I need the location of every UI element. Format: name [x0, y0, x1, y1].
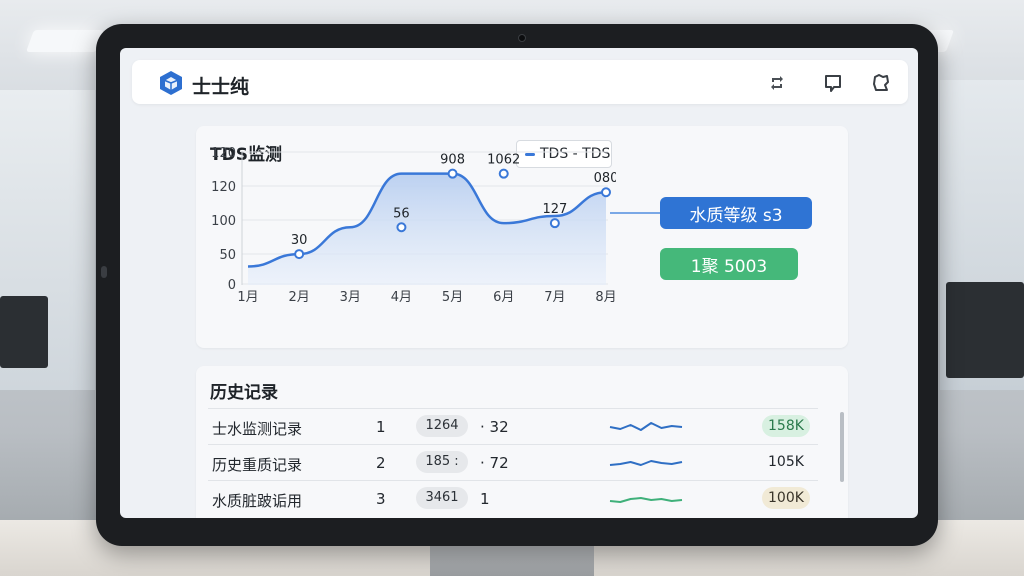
profile-icon[interactable]: [870, 72, 892, 94]
ceiling-light: [25, 30, 105, 52]
row-name: 士水监测记录: [212, 420, 303, 438]
app-title: 士士纯: [192, 76, 250, 98]
row-sparkline: [609, 422, 683, 431]
x-tick-label: 5月: [442, 290, 463, 305]
side-button[interactable]: [101, 266, 107, 278]
row-delta: · 32: [480, 418, 509, 436]
x-tick-label: 6月: [493, 290, 514, 305]
x-tick-label: 7月: [544, 290, 565, 305]
y-tick-label: 100: [211, 214, 236, 229]
data-point: [601, 187, 611, 198]
background-monitor: [946, 282, 1024, 378]
row-date: 185 :: [416, 451, 468, 473]
sparkline-path: [609, 460, 683, 466]
y-tick-label: 120: [211, 180, 236, 195]
cube-logo-icon[interactable]: [158, 70, 184, 96]
row-index: 2: [376, 454, 386, 472]
table-row[interactable]: 士水监测记录 1 1264 · 32 158K: [208, 408, 818, 444]
data-point: [447, 168, 458, 179]
data-label: 56: [393, 206, 410, 221]
row-delta: 1: [480, 490, 490, 508]
tds-value-badge[interactable]: 1聚 5003: [660, 248, 798, 280]
row-date: 1264: [416, 415, 468, 437]
history-scrollbar[interactable]: [840, 412, 844, 482]
x-tick-label: 2月: [289, 290, 310, 305]
y-tick-label: 50: [219, 248, 236, 263]
sparkline-path: [609, 422, 683, 431]
data-label: 30: [291, 233, 308, 248]
x-tick-label: 4月: [391, 290, 412, 305]
y-tick-label: 0: [228, 278, 236, 293]
row-index: 3: [376, 490, 386, 508]
history-title: 历史记录: [210, 383, 278, 403]
data-label: 080: [594, 171, 616, 186]
data-point: [294, 249, 305, 260]
background-monitor: [0, 296, 48, 368]
camera-icon: [518, 34, 526, 42]
row-delta: · 72: [480, 454, 509, 472]
x-tick-label: 3月: [340, 290, 361, 305]
data-label: 1062: [487, 153, 520, 168]
table-row[interactable]: 水质脏跛诟用 3 3461 1 100K: [208, 480, 818, 516]
row-name: 水质脏跛诟用: [212, 492, 303, 510]
row-index: 1: [376, 418, 386, 436]
data-point: [498, 168, 509, 179]
x-tick-label: 1月: [237, 290, 258, 305]
bookmark-icon[interactable]: [822, 72, 844, 94]
tds-area-chart[interactable]: 120 120 100 50 01月 2月 3月 4月 5月 6月 7月 8月 30 56 908 1062 1…: [196, 126, 616, 348]
row-sparkline: [609, 460, 683, 466]
data-point: [549, 218, 560, 229]
tablet-screen: 士士纯 TDS监测 TDS - TDS 120 120 100 50 0 1月 2月 3月 4月…: [120, 48, 918, 518]
app-header: 士士纯: [132, 60, 908, 104]
row-date: 3461: [416, 487, 468, 509]
row-sparkline: [609, 497, 683, 503]
sync-icon[interactable]: [766, 72, 788, 94]
row-value: 158K: [762, 415, 810, 437]
y-tick-label: 120: [211, 146, 236, 161]
data-label: 127: [542, 202, 567, 217]
series-area: [248, 173, 606, 285]
table-row[interactable]: 历史重质记录 2 185 : · 72 105K: [208, 444, 818, 480]
callout-connector: [610, 212, 660, 214]
row-value: 100K: [762, 487, 810, 509]
data-point: [396, 222, 407, 233]
row-name: 历史重质记录: [212, 456, 303, 474]
x-tick-label: 8月: [595, 290, 616, 305]
data-label: 908: [440, 153, 465, 168]
row-value: 105K: [768, 454, 804, 470]
water-quality-badge[interactable]: 水质等级 s3: [660, 197, 812, 229]
sparkline-path: [609, 497, 683, 503]
